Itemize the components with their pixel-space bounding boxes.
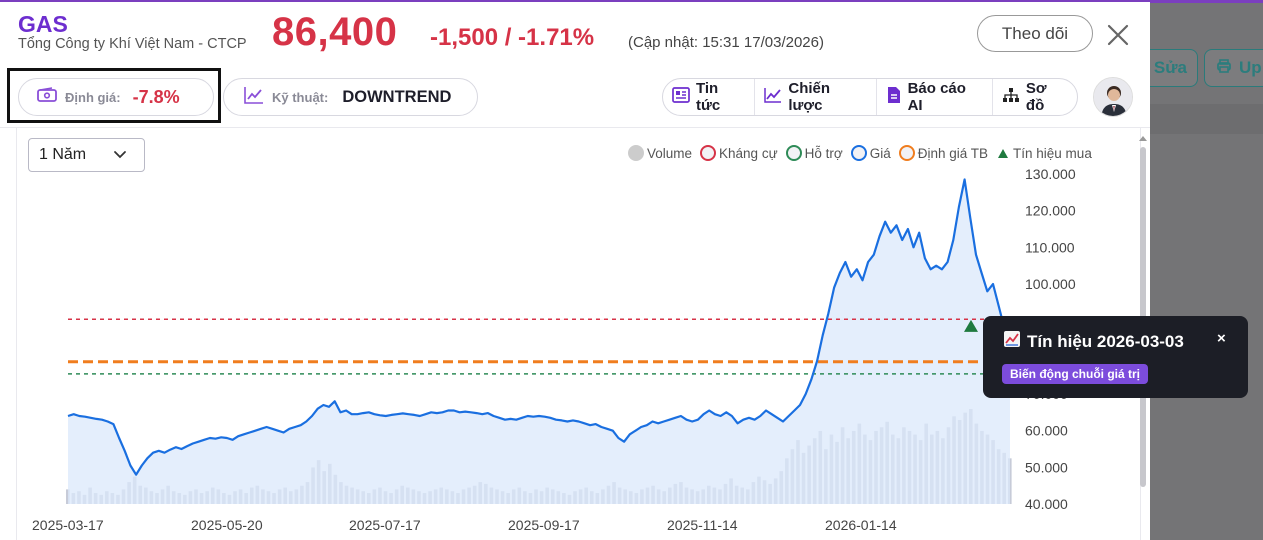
legend-label: Tín hiệu mua [1013,145,1092,161]
buy-signal-triangle-icon [998,149,1009,158]
legend-marker-icon [785,145,802,161]
y-tick-label: 40.000 [1025,496,1068,512]
time-range-value: 1 Năm [39,146,87,163]
x-tick-label: 2025-07-17 [349,517,421,533]
tooltip-close-button[interactable]: × [1217,330,1226,347]
printer-icon [1215,57,1233,80]
legend-item[interactable]: Volume [628,145,692,161]
chart-legend: Volume Kháng cự Hỗ trợ Giá Định giá TB Tín hi… [628,145,1100,161]
legend-item[interactable]: Hỗ trợ [785,145,843,161]
tooltip-title-text: Tín hiệu 2026-03-03 [1027,331,1184,351]
legend-label: Volume [647,145,693,161]
legend-item[interactable]: Tín hiệu mua [996,146,1092,161]
y-tick-label: 100.000 [1025,276,1076,292]
y-tick-label: 110.000 [1025,239,1075,255]
legend-marker-icon [898,145,915,161]
tooltip-title: Tín hiệu 2026-03-03 [1003,330,1184,353]
stock-detail-modal: GAS Tổng Công ty Khí Việt Nam - CTCP 86,… [0,0,1150,540]
time-range-select[interactable]: 1 Năm [28,138,145,172]
y-tick-label: 130.000 [1025,166,1076,182]
y-tick-label: 60.000 [1025,423,1068,439]
legend-label: Định giá TB [917,145,989,161]
legend-marker-icon [700,145,717,161]
legend-label: Kháng cự [719,145,778,161]
legend-label: Hỗ trợ [804,145,843,161]
price-area [68,179,1010,504]
signal-tooltip: Tín hiệu 2026-03-03 × Biến động chuỗi gi… [983,316,1248,398]
legend-marker-icon [628,145,644,161]
background-divider [1150,104,1263,134]
legend-marker-icon [850,145,867,161]
background-accent-line [1150,0,1263,3]
legend-label: Giá [869,145,891,161]
tooltip-badge: Biến động chuỗi giá trị [1002,364,1148,384]
x-tick-label: 2025-09-17 [508,517,580,533]
legend-item[interactable]: Giá [850,145,891,161]
y-tick-label: 120.000 [1025,203,1076,219]
legend-item[interactable]: Định giá TB [898,145,989,161]
x-tick-label: 2026-01-14 [825,517,897,533]
background-up-label: Up [1239,58,1262,77]
chevron-down-icon [112,147,128,168]
x-tick-label: 2025-05-20 [191,517,263,533]
legend-item[interactable]: Kháng cự [700,145,778,161]
background-edit-label: Sửa [1153,58,1187,77]
scroll-up-arrow-icon[interactable] [1137,130,1149,141]
chart-emoji-icon [1003,330,1021,353]
x-tick-label: 2025-03-17 [32,517,104,533]
background-up-button[interactable]: Up [1204,49,1263,87]
y-tick-label: 50.000 [1025,459,1068,475]
price-chart: 40.00050.00060.00070.00080.00090.000100.… [32,166,1076,533]
x-tick-label: 2025-11-14 [667,517,738,533]
